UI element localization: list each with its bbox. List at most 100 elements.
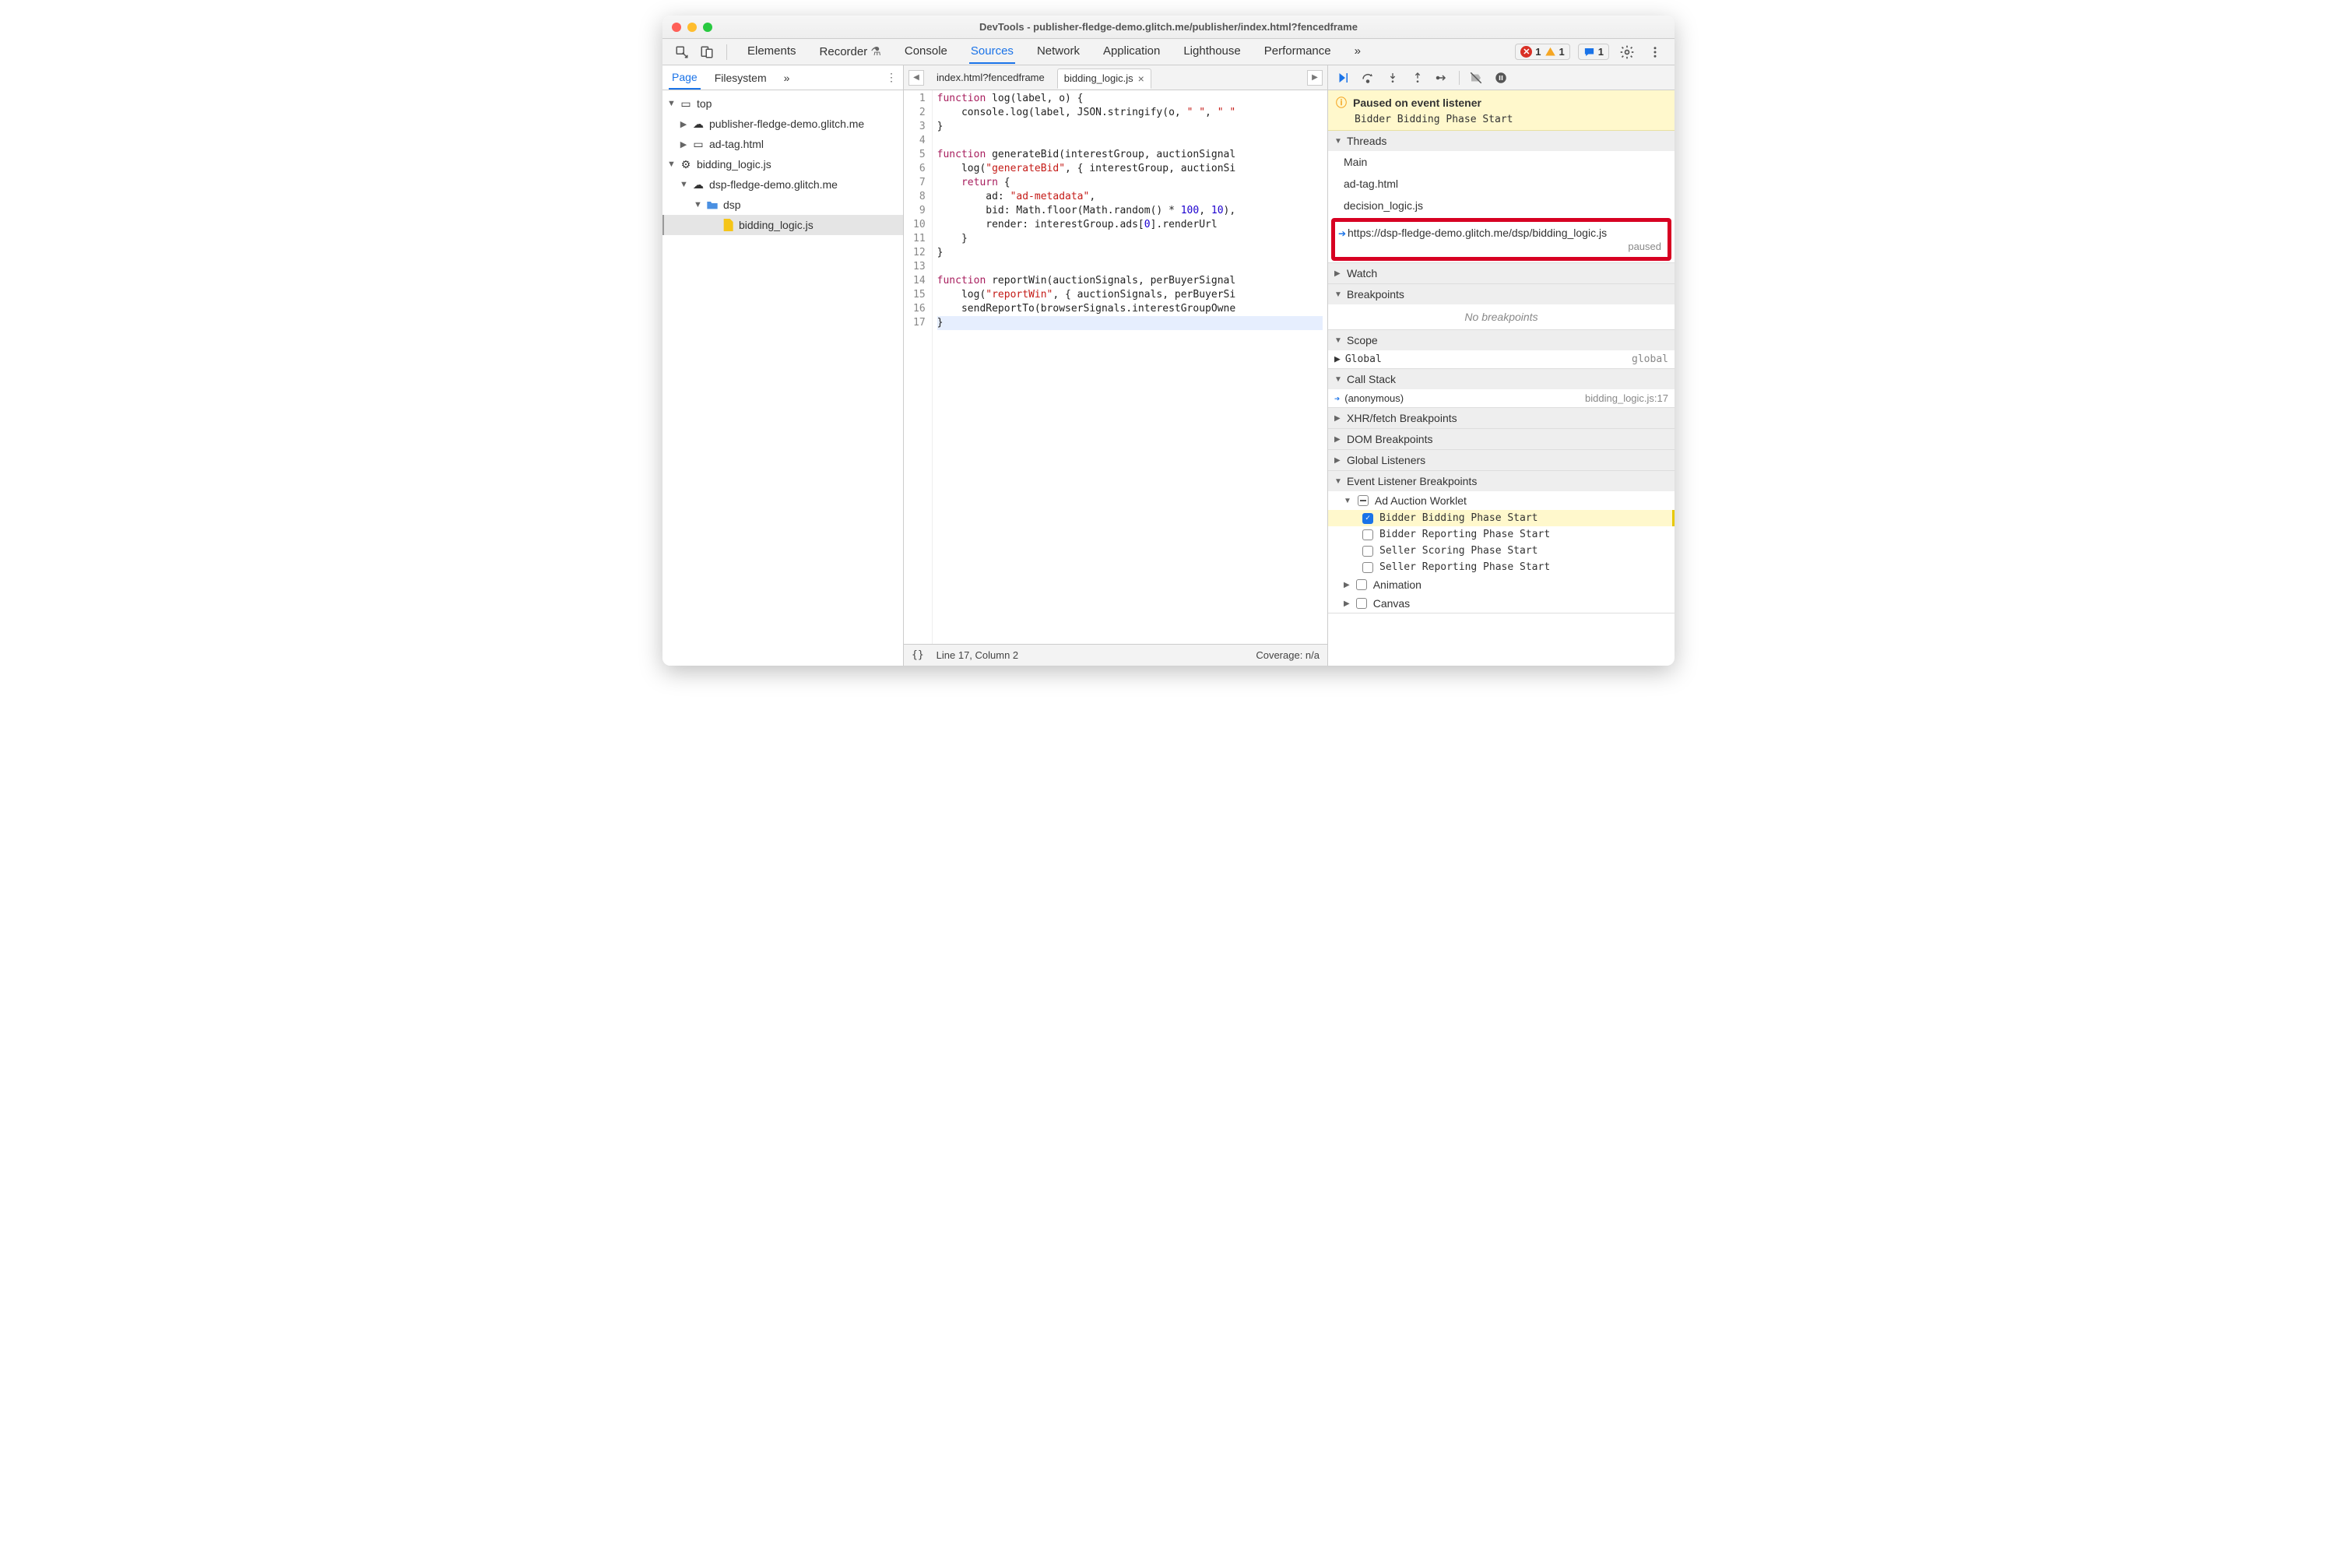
editor-statusbar: {} Line 17, Column 2 Coverage: n/a	[904, 644, 1327, 666]
tabs-more[interactable]: »	[1353, 40, 1362, 64]
step-into-icon[interactable]	[1384, 69, 1401, 86]
window-title: DevTools - publisher-fledge-demo.glitch.…	[662, 21, 1675, 33]
tree-bidding-worklet[interactable]: ▼⚙bidding_logic.js	[662, 154, 903, 174]
checkbox-off-icon[interactable]	[1356, 579, 1367, 590]
navigator-menu-icon[interactable]: ⋮	[886, 71, 897, 84]
thread-bidding-highlighted[interactable]: ➔ https://dsp-fledge-demo.glitch.me/dsp/…	[1331, 218, 1671, 261]
settings-icon[interactable]	[1617, 42, 1637, 62]
tab-sources[interactable]: Sources	[969, 40, 1015, 64]
info-icon: ⓘ	[1336, 95, 1347, 111]
checkbox-off-icon[interactable]	[1362, 546, 1373, 557]
bp-cat-animation[interactable]: ▶Animation	[1328, 575, 1675, 594]
tree-dsp-label: dsp-fledge-demo.glitch.me	[709, 178, 838, 191]
stack-frame-0[interactable]: ➔(anonymous)bidding_logic.js:17	[1328, 389, 1675, 407]
tree-adtag-label: ad-tag.html	[709, 138, 764, 150]
cloud-icon: ☁	[692, 178, 705, 191]
navigator-tab-page[interactable]: Page	[669, 66, 701, 90]
bp-cat-ad-auction[interactable]: ▼Ad Auction Worklet	[1328, 491, 1675, 510]
thread-decision[interactable]: decision_logic.js	[1328, 195, 1675, 216]
section-scope-label: Scope	[1347, 334, 1378, 346]
bp-cat-label: Ad Auction Worklet	[1375, 494, 1467, 507]
tree-top[interactable]: ▼▭top	[662, 93, 903, 114]
nav-back-icon[interactable]: ◀	[908, 70, 924, 86]
section-breakpoints[interactable]: ▼Breakpoints	[1328, 284, 1675, 304]
editor-tab-bidding[interactable]: bidding_logic.js×	[1057, 69, 1151, 89]
thread-main[interactable]: Main	[1328, 151, 1675, 173]
bp-bidder-reporting-start[interactable]: Bidder Reporting Phase Start	[1328, 526, 1675, 543]
tree-publisher-domain[interactable]: ▶☁publisher-fledge-demo.glitch.me	[662, 114, 903, 134]
tab-lighthouse[interactable]: Lighthouse	[1182, 40, 1242, 64]
section-dom[interactable]: ▶DOM Breakpoints	[1328, 429, 1675, 449]
checkbox-off-icon[interactable]	[1362, 529, 1373, 540]
tab-network[interactable]: Network	[1035, 40, 1081, 64]
tab-performance[interactable]: Performance	[1263, 40, 1333, 64]
more-menu-icon[interactable]	[1645, 42, 1665, 62]
step-out-icon[interactable]	[1409, 69, 1426, 86]
section-event-breakpoints[interactable]: ▼Event Listener Breakpoints	[1328, 471, 1675, 491]
bp-item-label: Seller Scoring Phase Start	[1379, 545, 1538, 557]
device-toolbar-icon[interactable]	[697, 42, 717, 62]
checkbox-mixed-icon[interactable]	[1358, 495, 1369, 506]
tree-publisher-label: publisher-fledge-demo.glitch.me	[709, 118, 864, 130]
paused-subtitle: Bidder Bidding Phase Start	[1336, 114, 1667, 125]
messages-badge[interactable]: 1	[1578, 44, 1609, 60]
folder-icon	[706, 199, 719, 211]
navigator-tab-filesystem[interactable]: Filesystem	[712, 67, 770, 89]
tab-application[interactable]: Application	[1102, 40, 1161, 64]
paused-title: Paused on event listener	[1353, 97, 1481, 109]
step-icon[interactable]	[1434, 69, 1451, 86]
zoom-traffic-icon[interactable]	[703, 23, 712, 32]
inspect-element-icon[interactable]	[672, 42, 692, 62]
tree-dsp-domain[interactable]: ▼☁dsp-fledge-demo.glitch.me	[662, 174, 903, 195]
thread-adtag[interactable]: ad-tag.html	[1328, 173, 1675, 195]
checkbox-off-icon[interactable]	[1362, 562, 1373, 573]
error-icon: ✕	[1520, 46, 1532, 58]
tree-adtag[interactable]: ▶▭ad-tag.html	[662, 134, 903, 154]
editor-tab-index[interactable]: index.html?fencedframe	[930, 69, 1051, 86]
pretty-print-icon[interactable]: {}	[912, 649, 924, 661]
tree-dsp-folder[interactable]: ▼dsp	[662, 195, 903, 215]
section-threads[interactable]: ▼Threads	[1328, 131, 1675, 151]
deactivate-breakpoints-icon[interactable]	[1467, 69, 1485, 86]
message-count: 1	[1598, 46, 1604, 58]
nav-forward-icon[interactable]: ▶	[1307, 70, 1323, 86]
error-count: 1	[1535, 46, 1541, 58]
section-global-listeners[interactable]: ▶Global Listeners	[1328, 450, 1675, 470]
bp-cat-label: Canvas	[1373, 597, 1410, 610]
section-xhr[interactable]: ▶XHR/fetch Breakpoints	[1328, 408, 1675, 428]
bp-cat-canvas[interactable]: ▶Canvas	[1328, 594, 1675, 613]
error-warning-badge[interactable]: ✕1 1	[1515, 44, 1569, 60]
navigator-tab-more[interactable]: »	[781, 67, 793, 89]
thread-url: https://dsp-fledge-demo.glitch.me/dsp/bi…	[1348, 227, 1661, 239]
gear-icon: ⚙	[680, 158, 692, 171]
bp-bidder-bidding-start[interactable]: ✓Bidder Bidding Phase Start	[1328, 510, 1675, 526]
tab-elements[interactable]: Elements	[746, 40, 798, 64]
section-breakpoints-label: Breakpoints	[1347, 288, 1404, 301]
code-editor[interactable]: 1234567891011121314151617 function log(l…	[904, 90, 1327, 644]
checkbox-on-icon[interactable]: ✓	[1362, 513, 1373, 524]
step-over-icon[interactable]	[1359, 69, 1376, 86]
minimize-traffic-icon[interactable]	[687, 23, 697, 32]
tree-bidding-file-label: bidding_logic.js	[739, 219, 814, 231]
traffic-lights	[662, 23, 712, 32]
section-global-label: Global Listeners	[1347, 454, 1425, 466]
bp-seller-reporting-start[interactable]: Seller Reporting Phase Start	[1328, 559, 1675, 575]
scope-global-value: global	[1632, 353, 1668, 365]
paused-banner: ⓘ Paused on event listener Bidder Bidding…	[1328, 90, 1675, 131]
code-content: function log(label, o) { console.log(lab…	[933, 90, 1327, 644]
tab-recorder[interactable]: Recorder ⚗	[818, 40, 883, 64]
section-scope[interactable]: ▼Scope	[1328, 330, 1675, 350]
scope-global[interactable]: ▶Globalglobal	[1328, 350, 1675, 368]
titlebar: DevTools - publisher-fledge-demo.glitch.…	[662, 16, 1675, 39]
section-callstack[interactable]: ▼Call Stack	[1328, 369, 1675, 389]
bp-cat-label: Animation	[1373, 578, 1422, 591]
close-icon[interactable]: ×	[1138, 72, 1144, 85]
tab-console[interactable]: Console	[903, 40, 949, 64]
resume-icon[interactable]	[1334, 69, 1351, 86]
section-watch[interactable]: ▶Watch	[1328, 263, 1675, 283]
pause-exceptions-icon[interactable]	[1492, 69, 1509, 86]
checkbox-off-icon[interactable]	[1356, 598, 1367, 609]
bp-seller-scoring-start[interactable]: Seller Scoring Phase Start	[1328, 543, 1675, 559]
close-traffic-icon[interactable]	[672, 23, 681, 32]
tree-bidding-file[interactable]: bidding_logic.js	[662, 215, 903, 235]
